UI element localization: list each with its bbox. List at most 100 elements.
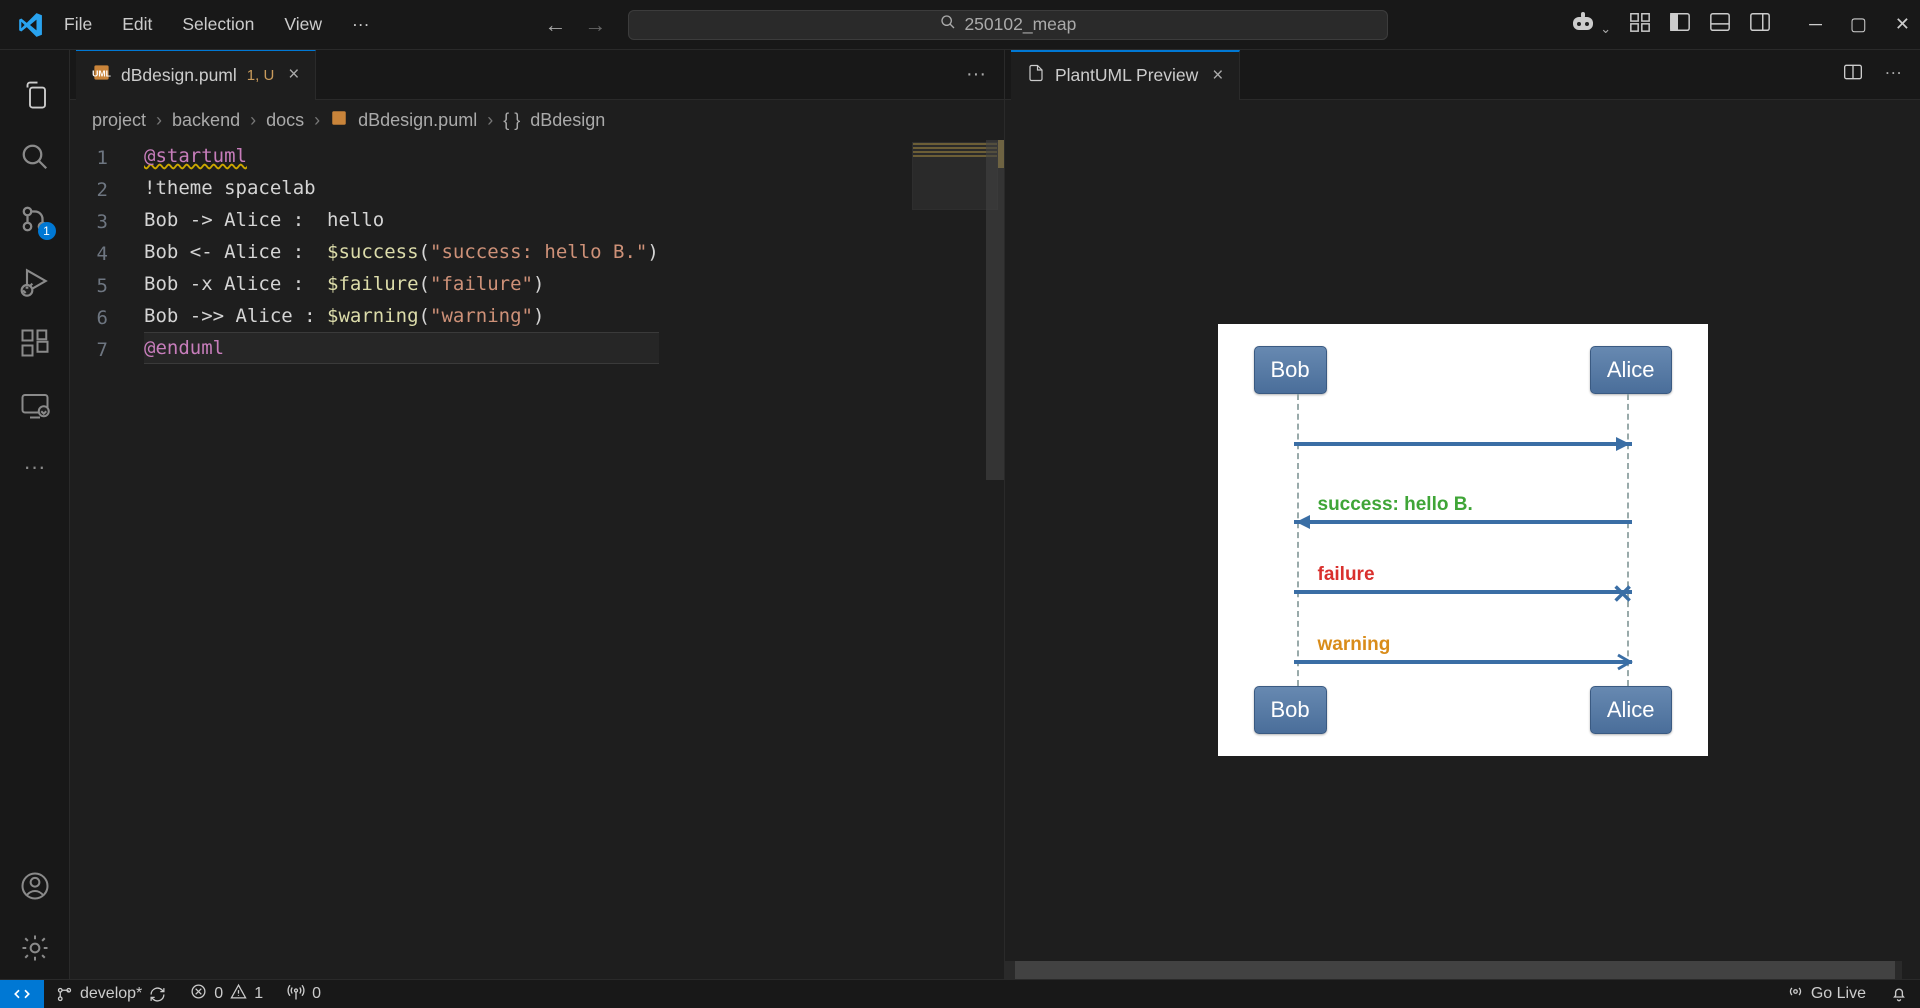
main-menu: File Edit Selection View ··· <box>50 8 383 41</box>
close-icon[interactable]: × <box>1212 65 1223 87</box>
line-gutter: 1234567 <box>70 140 130 979</box>
broadcast-icon <box>1787 983 1804 1005</box>
status-go-live[interactable]: Go Live <box>1775 983 1878 1005</box>
line-number: 6 <box>70 302 108 334</box>
scrollbar-thumb[interactable] <box>986 140 1004 480</box>
window-minimize-icon[interactable]: ─ <box>1809 14 1822 35</box>
horizontal-scrollbar[interactable] <box>1005 961 1902 979</box>
nav-forward-icon[interactable]: → <box>584 12 606 38</box>
menu-selection[interactable]: Selection <box>168 8 268 41</box>
line-number: 2 <box>70 174 108 206</box>
breadcrumb-seg[interactable]: project <box>92 110 146 131</box>
symbol-namespace-icon: { } <box>503 110 520 131</box>
status-problems[interactable]: 0 1 <box>178 983 275 1005</box>
menu-overflow-icon[interactable]: ··· <box>338 8 383 41</box>
actor-box: Alice <box>1590 686 1672 734</box>
activity-remote-explorer-icon[interactable] <box>0 374 70 436</box>
activity-overflow-icon[interactable]: ··· <box>0 436 70 498</box>
search-icon <box>940 14 956 35</box>
activity-extensions-icon[interactable] <box>0 312 70 374</box>
breadcrumb-seg[interactable]: dBdesign <box>530 110 605 131</box>
activity-debug-icon[interactable] <box>0 250 70 312</box>
plantuml-diagram: Bob Alice success: hello B. failure ✕ warni… <box>1218 324 1708 756</box>
code-content[interactable]: @startuml!theme spacelabBob -> Alice : h… <box>130 140 659 979</box>
arrow-line <box>1294 520 1632 524</box>
actor-box: Bob <box>1254 346 1327 394</box>
message-label: success: hello B. <box>1318 494 1632 516</box>
code-line[interactable]: !theme spacelab <box>144 172 659 204</box>
overflow-icon[interactable]: ··· <box>1885 62 1902 87</box>
warning-icon <box>230 983 247 1005</box>
activity-bar: 1 ··· <box>0 50 70 979</box>
editor-tab-filename: dBdesign.puml <box>121 65 237 86</box>
activity-accounts-icon[interactable] <box>0 855 70 917</box>
breadcrumb-seg[interactable]: backend <box>172 110 240 131</box>
nav-back-icon[interactable]: ← <box>544 12 566 38</box>
radio-tower-icon <box>287 983 305 1006</box>
line-number: 3 <box>70 206 108 238</box>
preview-body[interactable]: Bob Alice success: hello B. failure ✕ warni… <box>1005 100 1920 979</box>
menu-file[interactable]: File <box>50 8 106 41</box>
split-editor-icon[interactable] <box>1843 62 1863 87</box>
toggle-secondary-sidebar-icon[interactable] <box>1749 11 1771 38</box>
line-number: 5 <box>70 270 108 302</box>
code-line[interactable]: @enduml <box>144 332 659 364</box>
arrow-line: ✕ <box>1294 590 1632 594</box>
sync-icon <box>149 986 166 1003</box>
code-line[interactable]: Bob ->> Alice : $warning("warning") <box>144 300 659 332</box>
line-number: 1 <box>70 142 108 174</box>
toggle-panel-icon[interactable] <box>1709 11 1731 38</box>
message-arrow: failure ✕ <box>1294 564 1632 594</box>
chevron-right-icon: › <box>314 110 320 131</box>
scm-badge: 1 <box>38 222 56 240</box>
code-line[interactable]: Bob -> Alice : hello <box>144 204 659 236</box>
menu-edit[interactable]: Edit <box>108 8 166 41</box>
activity-explorer-icon[interactable] <box>0 64 70 126</box>
activity-search-icon[interactable] <box>0 126 70 188</box>
command-center[interactable]: 250102_meap <box>628 10 1388 40</box>
breadcrumb-seg[interactable]: docs <box>266 110 304 131</box>
message-label: warning <box>1318 634 1632 656</box>
code-line[interactable]: Bob -x Alice : $failure("failure") <box>144 268 659 300</box>
menu-view[interactable]: View <box>270 8 336 41</box>
main-area: UML dBdesign.puml 1, U × ··· project › b… <box>70 50 1920 979</box>
close-icon[interactable]: × <box>288 64 299 86</box>
code-line[interactable]: Bob <- Alice : $success("success: hello … <box>144 236 659 268</box>
status-branch[interactable]: develop* <box>44 985 178 1003</box>
breadcrumb[interactable]: project › backend › docs › dBdesign.puml… <box>70 100 1004 140</box>
line-number: 7 <box>70 334 108 366</box>
activity-settings-icon[interactable] <box>0 917 70 979</box>
toggle-primary-sidebar-icon[interactable] <box>1669 11 1691 38</box>
svg-text:UML: UML <box>92 68 111 78</box>
editor-tab-actions-icon[interactable]: ··· <box>948 63 1004 86</box>
remote-indicator-icon[interactable] <box>0 980 44 1008</box>
window-maximize-icon[interactable]: ▢ <box>1850 14 1867 35</box>
status-notifications-icon[interactable] <box>1878 985 1920 1003</box>
chevron-right-icon: › <box>487 110 493 131</box>
preview-pane: PlantUML Preview × ··· Bob Alice success <box>1004 50 1920 979</box>
message-arrow: warning <box>1294 634 1632 664</box>
editor-tab[interactable]: UML dBdesign.puml 1, U × <box>76 50 316 100</box>
code-editor[interactable]: 1234567 @startuml!theme spacelabBob -> A… <box>70 140 1004 979</box>
activity-scm-icon[interactable]: 1 <box>0 188 70 250</box>
status-ports[interactable]: 0 <box>275 983 333 1006</box>
window-close-icon[interactable]: ✕ <box>1895 14 1910 35</box>
scrollbar-thumb[interactable] <box>1015 961 1895 979</box>
message-label: failure <box>1318 564 1632 586</box>
line-number: 4 <box>70 238 108 270</box>
arrow-line <box>1294 660 1632 664</box>
statusbar: develop* 0 1 0 Go Live <box>0 979 1920 1008</box>
code-line[interactable]: @startuml <box>144 140 659 172</box>
command-center-text: 250102_meap <box>964 14 1076 35</box>
editor-tabbar: UML dBdesign.puml 1, U × ··· <box>70 50 1004 100</box>
nav-arrows: ← → <box>544 12 606 38</box>
branch-name: develop* <box>80 985 142 1003</box>
actor-box: Bob <box>1254 686 1327 734</box>
preview-tab-title: PlantUML Preview <box>1055 65 1198 86</box>
preview-tab[interactable]: PlantUML Preview × <box>1011 50 1240 100</box>
breadcrumb-seg[interactable]: dBdesign.puml <box>358 110 477 131</box>
layout-customize-icon[interactable] <box>1629 11 1651 38</box>
ports-count: 0 <box>312 985 321 1003</box>
preview-file-icon <box>1027 64 1045 87</box>
copilot-icon[interactable]: ⌄ <box>1571 11 1611 38</box>
